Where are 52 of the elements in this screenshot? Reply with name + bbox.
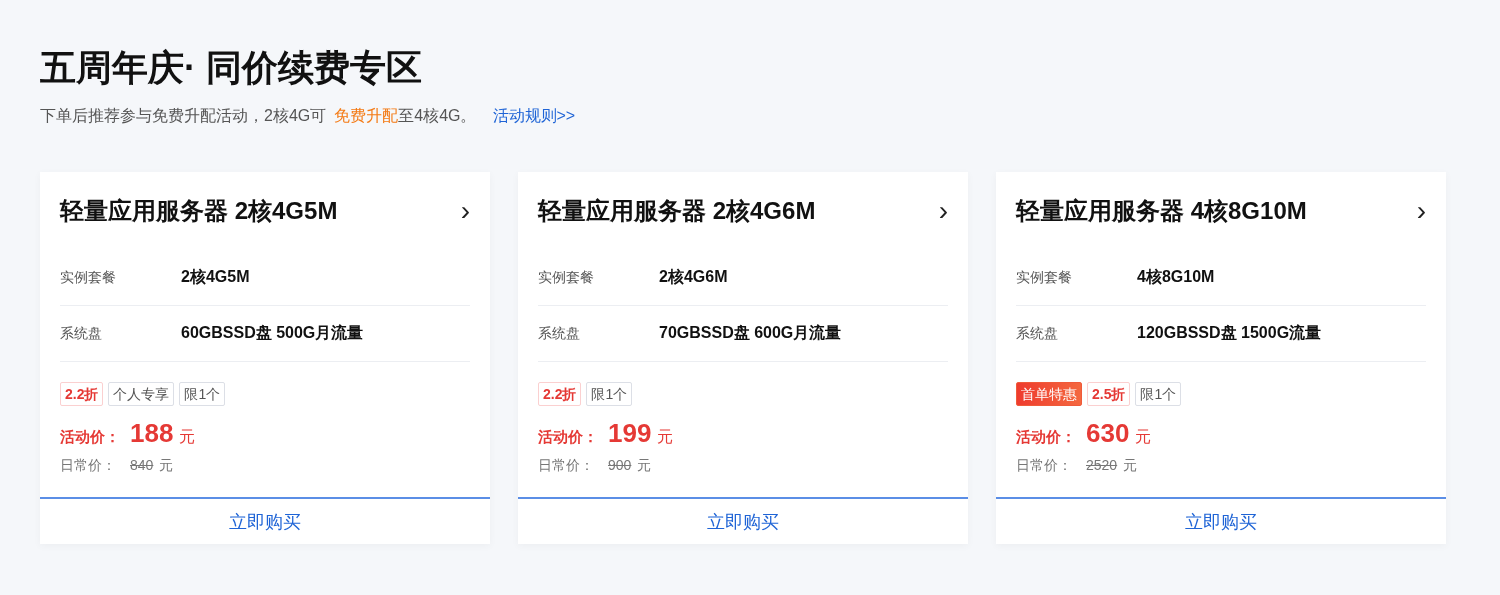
regular-price-value: 2520 <box>1086 457 1118 473</box>
chevron-icon[interactable]: › <box>460 197 470 225</box>
price-unit: 元 <box>657 427 674 447</box>
regular-price-label: 日常价： <box>538 457 595 475</box>
price-unit: 元 <box>1135 427 1152 447</box>
highlight-text: 免费升配 <box>334 106 399 126</box>
regular-price-label: 日常价： <box>1016 457 1073 475</box>
price-value: 630 <box>1086 418 1130 449</box>
spec-label: 实例套餐 <box>538 268 595 287</box>
price-label: 活动价： <box>538 428 599 447</box>
spec-value: 2核4G5M <box>181 267 250 287</box>
price-unit: 元 <box>637 457 652 475</box>
spec-value: 2核4G6M <box>659 267 728 287</box>
subtitle-text: 至4核4G。 <box>398 106 477 126</box>
spec-value: 60GBSSD盘 500G月流量 <box>181 323 364 343</box>
tag: 限1个 <box>179 382 226 406</box>
spec-value: 120GBSSD盘 1500G流量 <box>1137 323 1322 343</box>
card-title: 轻量应用服务器 4核8G10M <box>1016 196 1307 226</box>
price-label: 活动价： <box>1016 428 1077 447</box>
buy-button[interactable]: 立即购买 <box>40 497 490 544</box>
tag: 限1个 <box>1135 382 1182 406</box>
regular-price-label: 日常价： <box>60 457 117 475</box>
spec-label: 系统盘 <box>538 324 581 343</box>
rules-link[interactable]: 活动规则>> <box>492 106 576 127</box>
spec-value: 4核8G10M <box>1137 267 1215 287</box>
price-unit: 元 <box>1123 457 1138 475</box>
discount-tag: 2.5折 <box>1087 382 1131 406</box>
price-value: 199 <box>608 418 652 449</box>
spec-label: 实例套餐 <box>1016 268 1073 287</box>
tag: 个人专享 <box>108 382 175 406</box>
tag: 首单特惠 <box>1016 382 1082 406</box>
spec-value: 70GBSSD盘 600G月流量 <box>659 323 842 343</box>
price-unit: 元 <box>159 457 174 475</box>
regular-price-value: 900 <box>608 457 632 473</box>
spec-label: 系统盘 <box>1016 324 1059 343</box>
chevron-icon[interactable]: › <box>1416 197 1426 225</box>
spec-label: 系统盘 <box>60 324 103 343</box>
regular-price-value: 840 <box>130 457 154 473</box>
chevron-icon[interactable]: › <box>938 197 948 225</box>
buy-button[interactable]: 立即购买 <box>518 497 968 544</box>
buy-button[interactable]: 立即购买 <box>996 497 1446 544</box>
price-unit: 元 <box>179 427 196 447</box>
spec-label: 实例套餐 <box>60 268 117 287</box>
discount-tag: 2.2折 <box>60 382 104 406</box>
price-value: 188 <box>130 418 174 449</box>
card-title: 轻量应用服务器 2核4G5M <box>60 196 338 226</box>
price-label: 活动价： <box>60 428 121 447</box>
page-title: 五周年庆· 同价续费专区 <box>40 46 423 90</box>
subtitle-text: 下单后推荐参与免费升配活动，2核4G可 <box>40 106 327 126</box>
tag: 限1个 <box>586 382 633 406</box>
card-title: 轻量应用服务器 2核4G6M <box>538 196 816 226</box>
discount-tag: 2.2折 <box>538 382 582 406</box>
